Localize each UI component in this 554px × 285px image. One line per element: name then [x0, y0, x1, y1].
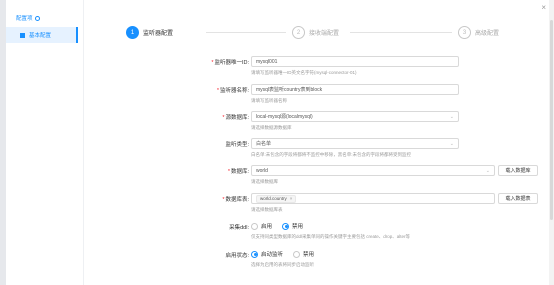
gear-icon[interactable] — [34, 15, 40, 21]
sidebar-title-label: 配置项 — [16, 16, 33, 22]
load-database-button[interactable]: 载入数据库 — [498, 165, 538, 176]
tables-label: *数据库表: — [222, 197, 249, 203]
listen-type-label: 监听类型: — [225, 142, 249, 148]
listener-name-input[interactable]: mysql表监听country表到block — [251, 84, 459, 95]
load-tables-button[interactable]: 载入数据表 — [498, 193, 538, 204]
tables-hint: 请选择数据库表 — [251, 207, 283, 212]
sidebar-title: 配置项 — [16, 14, 40, 22]
radio-dot — [282, 222, 290, 230]
source-db-select[interactable]: local-mysql源(localmysql) ⌄ — [251, 111, 459, 122]
dialog-window: × 配置项 基本配置 1 监听器配置 2 接收端配置 3 高级配置 *监听器唯一… — [0, 0, 554, 285]
listener-id-hint: 请填写监听器唯一ID英文名字符(mysql-connector-01) — [251, 70, 357, 75]
collect-ddl-hint: 仅支持同类型数据库的ddl采集单同的操作关键字主要包括 create、drop、… — [251, 234, 411, 239]
collect-ddl-disable-radio[interactable]: 禁用 — [282, 222, 303, 230]
source-db-hint: 请选择数据源数据库 — [251, 125, 292, 130]
collect-ddl-enable-radio[interactable]: 启用 — [251, 222, 272, 230]
collect-ddl-radio-group: 启用 禁用 — [251, 222, 303, 230]
enable-status-disable-radio[interactable]: 禁用 — [293, 250, 314, 258]
database-label: *数据库: — [227, 169, 249, 175]
listener-name-hint: 请填写监听器名称 — [251, 98, 287, 103]
database-hint: 请选择数据库 — [251, 179, 278, 184]
enable-status-label: 启用状态: — [225, 253, 249, 259]
radio-dot — [293, 250, 301, 258]
radio-dot — [251, 222, 258, 230]
listener-name-label: *监听器名称: — [216, 88, 249, 94]
enable-status-radio-group: 启动监听 禁用 — [251, 250, 314, 258]
remove-tag-icon[interactable]: × — [290, 196, 293, 201]
listener-id-label: *监听器唯一ID: — [211, 60, 249, 66]
collect-ddl-label: 采集ddl: — [229, 225, 249, 231]
chevron-down-icon: ⌄ — [485, 168, 490, 174]
enable-status-start-radio[interactable]: 启动监听 — [251, 250, 283, 258]
listener-id-input[interactable]: mysql001 — [251, 56, 459, 67]
table-tag: world.country × — [256, 194, 297, 203]
scrollbar[interactable] — [549, 0, 554, 285]
sidebar-item-basic-config[interactable]: 基本配置 — [6, 27, 78, 43]
chevron-down-icon: ⌄ — [449, 141, 454, 147]
chevron-down-icon: ⌄ — [449, 114, 454, 120]
source-db-label: *源数据库: — [222, 115, 249, 121]
database-select[interactable]: world ⌄ — [251, 165, 495, 176]
sidebar-item-label: 基本配置 — [29, 33, 52, 39]
tables-multiselect[interactable]: world.country × — [251, 193, 495, 204]
scrollbar-thumb[interactable] — [550, 20, 553, 220]
config-icon — [20, 32, 25, 38]
listener-form: *监听器唯一ID: mysql001 请填写监听器唯一ID英文名字符(mysql… — [84, 0, 554, 285]
enable-status-hint: 选择为启用的表将同步启动监听 — [251, 262, 314, 267]
radio-dot — [251, 250, 258, 258]
listen-type-select[interactable]: 白名单 ⌄ — [251, 138, 459, 149]
listen-type-hint: 白名单:未包含的字段将都将不监控中移除，黑名单:未包含的字段将都将受到监控 — [251, 152, 411, 157]
